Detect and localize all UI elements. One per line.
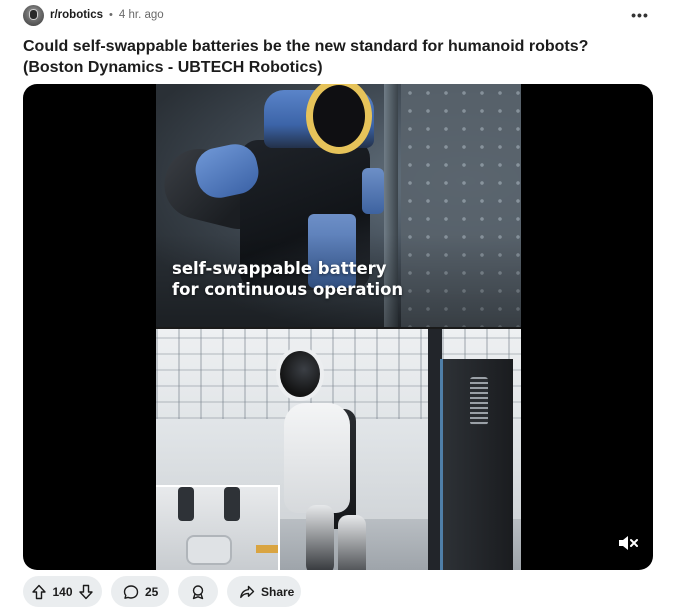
caption-line-1: self-swappable battery	[172, 259, 387, 278]
comment-bubble-icon	[123, 584, 139, 600]
station-vent	[470, 377, 488, 425]
video-player[interactable]: self-swappable battery for continuous op…	[23, 84, 653, 570]
subreddit-avatar[interactable]	[23, 4, 44, 26]
inset-gripper	[178, 487, 194, 521]
video-frame: self-swappable battery for continuous op…	[156, 84, 521, 570]
upvote-arrow-icon[interactable]	[29, 581, 49, 603]
speaker-muted-icon[interactable]	[615, 532, 641, 554]
humanoid-leg	[338, 515, 366, 570]
video-top-scene: self-swappable battery for continuous op…	[156, 84, 521, 327]
comments-button[interactable]: 25	[111, 576, 169, 607]
robot-panel-side	[362, 168, 384, 214]
subreddit-link[interactable]: r/robotics	[50, 9, 103, 21]
share-button[interactable]: Share	[227, 576, 301, 607]
post-title[interactable]: Could self-swappable batteries be the ne…	[23, 36, 653, 78]
inset-gripper	[224, 487, 240, 521]
vote-control: 140	[23, 576, 102, 607]
inset-video	[156, 485, 280, 570]
post-timestamp: 4 hr. ago	[118, 9, 164, 21]
humanoid-head	[280, 351, 320, 397]
award-button[interactable]	[178, 576, 218, 607]
inset-tag	[256, 545, 278, 553]
video-bottom-scene	[156, 329, 521, 570]
humanoid-leg	[306, 505, 334, 570]
vote-count: 140	[52, 584, 73, 599]
more-options-button[interactable]: •••	[628, 6, 652, 24]
inset-battery	[186, 535, 232, 565]
header-separator: •	[109, 9, 113, 21]
award-icon	[190, 584, 206, 600]
share-label: Share	[261, 584, 295, 599]
video-caption: self-swappable battery for continuous op…	[172, 258, 472, 300]
action-bar: 140 25 Share	[23, 576, 301, 607]
post-card: r/robotics • 4 hr. ago ••• Could self-sw…	[0, 0, 676, 612]
post-header: r/robotics • 4 hr. ago	[23, 4, 164, 26]
downvote-arrow-icon[interactable]	[77, 581, 97, 603]
share-arrow-icon	[239, 584, 255, 600]
comment-count: 25	[145, 584, 159, 599]
humanoid-body	[284, 403, 350, 513]
caption-line-2: for continuous operation	[172, 280, 404, 299]
